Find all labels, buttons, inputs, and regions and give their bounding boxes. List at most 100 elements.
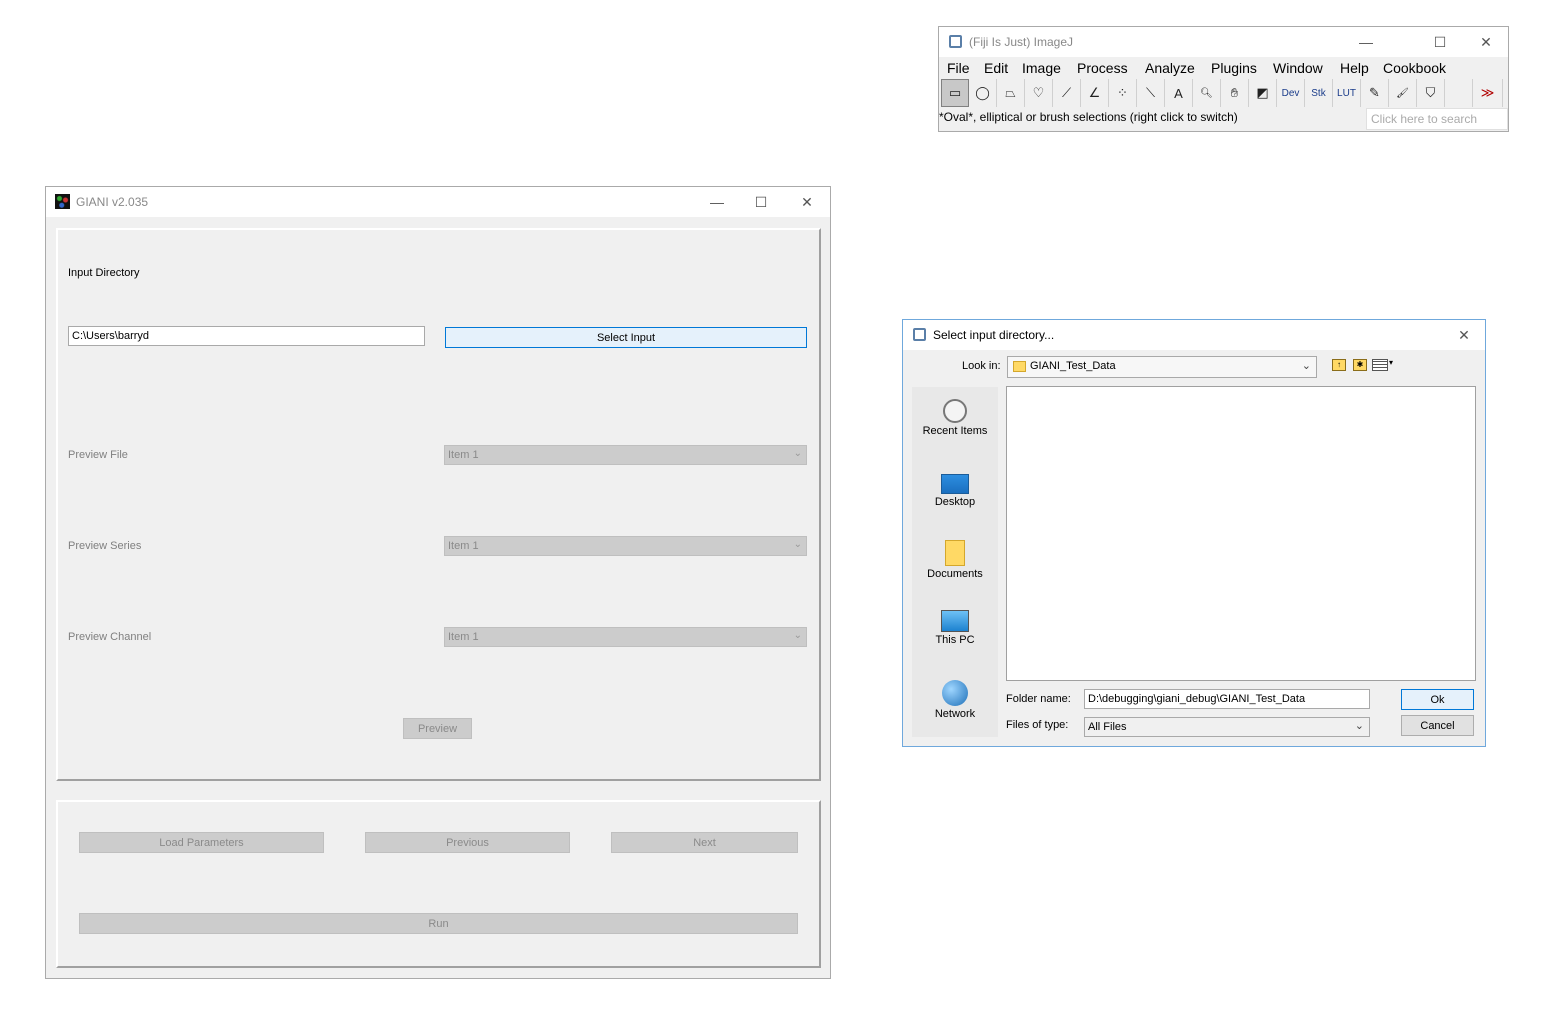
network-label: Network bbox=[934, 708, 976, 720]
chevron-down-icon: ⌄ bbox=[793, 630, 802, 641]
maximize-icon[interactable]: ☐ bbox=[738, 187, 784, 217]
desktop-icon bbox=[941, 474, 969, 494]
documents-label: Documents bbox=[927, 568, 983, 580]
minimize-icon[interactable]: — bbox=[1343, 27, 1389, 57]
dialog-title: Select input directory... bbox=[933, 328, 1055, 342]
folder-icon bbox=[1013, 361, 1026, 372]
run-button[interactable]: Run bbox=[79, 913, 798, 934]
oval-tool-icon[interactable]: ◯ bbox=[969, 79, 997, 107]
lut-tool-icon[interactable]: LUT bbox=[1333, 79, 1361, 107]
this-pc-label: This PC bbox=[935, 634, 975, 646]
menu-file[interactable]: File bbox=[947, 60, 970, 76]
brush-tool-icon[interactable]: 🖌︎ bbox=[1389, 79, 1417, 107]
menu-image[interactable]: Image bbox=[1022, 60, 1061, 76]
multipoint-tool-icon[interactable]: ⁘ bbox=[1109, 79, 1137, 107]
next-button[interactable]: Next bbox=[611, 832, 798, 853]
rectangle-tool-icon[interactable]: ▭ bbox=[941, 79, 969, 107]
close-icon[interactable]: ✕ bbox=[1463, 27, 1509, 57]
imagej-toolbar: ▭ ◯ ⏢ ♡ ⟋ ∠ ⁘ ⟍ A 🔍︎ ✋︎ ◩ Dev Stk LUT ✎ 🖌︎ ⛉ ≫ bbox=[941, 79, 1503, 107]
menu-help[interactable]: Help bbox=[1340, 60, 1369, 76]
up-folder-icon[interactable]: ↑ bbox=[1332, 359, 1346, 371]
preview-file-select[interactable]: Item 1 ⌄ bbox=[444, 445, 807, 465]
imagej-window: (Fiji Is Just) ImageJ — ☐ ✕ File Edit Imag… bbox=[938, 26, 1509, 132]
preview-series-value: Item 1 bbox=[448, 540, 479, 552]
imagej-window-title: (Fiji Is Just) ImageJ bbox=[969, 35, 1074, 49]
preview-button[interactable]: Preview bbox=[403, 718, 472, 739]
angle-tool-icon[interactable]: ∠ bbox=[1081, 79, 1109, 107]
select-directory-dialog: Select input directory... ✕ Look in: GIA… bbox=[902, 319, 1486, 747]
imagej-search-input[interactable]: Click here to search bbox=[1366, 108, 1508, 130]
menu-analyze[interactable]: Analyze bbox=[1145, 60, 1195, 76]
preview-file-value: Item 1 bbox=[448, 449, 479, 461]
documents-shortcut[interactable]: Documents bbox=[912, 540, 998, 580]
preview-file-label: Preview File bbox=[68, 449, 128, 461]
desktop-shortcut[interactable]: Desktop bbox=[912, 474, 998, 508]
preview-series-select[interactable]: Item 1 ⌄ bbox=[444, 536, 807, 556]
shortcut-sidebar: Recent Items Desktop Documents This PC N… bbox=[912, 387, 998, 737]
imagej-status-text: *Oval*, elliptical or brush selections (… bbox=[939, 110, 1238, 124]
this-pc-icon bbox=[941, 610, 969, 632]
minimize-icon[interactable]: — bbox=[694, 187, 740, 217]
file-list-pane[interactable] bbox=[1006, 386, 1476, 681]
preview-series-label: Preview Series bbox=[68, 540, 142, 552]
preview-channel-select[interactable]: Item 1 ⌄ bbox=[444, 627, 807, 647]
chevron-down-icon: ⌄ bbox=[1301, 360, 1311, 372]
chevron-down-icon: ⌄ bbox=[793, 448, 802, 459]
imagej-titlebar[interactable]: (Fiji Is Just) ImageJ — ☐ ✕ bbox=[939, 27, 1508, 57]
folder-name-field[interactable]: D:\debugging\giani_debug\GIANI_Test_Data bbox=[1084, 689, 1370, 709]
imagej-menubar: File Edit Image Process Analyze Plugins Window… bbox=[939, 57, 1508, 79]
view-menu-chevron-icon[interactable]: ▾ bbox=[1389, 358, 1393, 367]
freehand-tool-icon[interactable]: ♡ bbox=[1025, 79, 1053, 107]
recent-items-icon bbox=[943, 399, 967, 423]
previous-button[interactable]: Previous bbox=[365, 832, 570, 853]
giani-navigation-panel bbox=[56, 800, 821, 968]
look-in-label: Look in: bbox=[962, 360, 1001, 372]
close-icon[interactable]: ✕ bbox=[1441, 320, 1487, 350]
magnifier-tool-icon[interactable]: 🔍︎ bbox=[1193, 79, 1221, 107]
giani-window-title: GIANI v2.035 bbox=[76, 195, 149, 209]
hand-tool-icon[interactable]: ✋︎ bbox=[1221, 79, 1249, 107]
flood-fill-tool-icon[interactable]: ⛉ bbox=[1417, 79, 1445, 107]
look-in-select[interactable]: GIANI_Test_Data ⌄ bbox=[1007, 356, 1317, 378]
line-tool-icon[interactable]: ⟋ bbox=[1053, 79, 1081, 107]
files-of-type-value: All Files bbox=[1088, 721, 1127, 733]
menu-plugins[interactable]: Plugins bbox=[1211, 60, 1257, 76]
menu-window[interactable]: Window bbox=[1273, 60, 1323, 76]
menu-cookbook[interactable]: Cookbook bbox=[1383, 60, 1446, 76]
select-input-button[interactable]: Select Input bbox=[445, 327, 807, 348]
giani-titlebar[interactable]: GIANI v2.035 — ☐ ✕ bbox=[46, 187, 830, 217]
color-picker-tool-icon[interactable]: ◩ bbox=[1249, 79, 1277, 107]
polygon-tool-icon[interactable]: ⏢ bbox=[997, 79, 1025, 107]
documents-icon bbox=[945, 540, 965, 566]
imagej-logo-icon bbox=[949, 35, 962, 48]
view-menu-icon[interactable] bbox=[1372, 359, 1388, 371]
files-of-type-select[interactable]: All Files ⌄ bbox=[1084, 717, 1370, 737]
pencil-tool-icon[interactable]: ✎ bbox=[1361, 79, 1389, 107]
recent-items-shortcut[interactable]: Recent Items bbox=[912, 399, 998, 437]
preview-channel-value: Item 1 bbox=[448, 631, 479, 643]
dialog-titlebar[interactable]: Select input directory... ✕ bbox=[903, 320, 1485, 350]
empty-tool-slot[interactable] bbox=[1445, 79, 1473, 107]
maximize-icon[interactable]: ☐ bbox=[1417, 27, 1463, 57]
giani-settings-panel bbox=[56, 228, 821, 781]
input-directory-field[interactable]: C:\Users\barryd bbox=[68, 326, 425, 346]
recent-items-label: Recent Items bbox=[922, 425, 988, 437]
load-parameters-button[interactable]: Load Parameters bbox=[79, 832, 324, 853]
cancel-button[interactable]: Cancel bbox=[1401, 715, 1474, 736]
dev-tool-icon[interactable]: Dev bbox=[1277, 79, 1305, 107]
more-tools-icon[interactable]: ≫ bbox=[1473, 79, 1503, 107]
new-folder-icon[interactable]: ✱ bbox=[1353, 359, 1367, 371]
stk-tool-icon[interactable]: Stk bbox=[1305, 79, 1333, 107]
this-pc-shortcut[interactable]: This PC bbox=[912, 610, 998, 646]
wand-tool-icon[interactable]: ⟍ bbox=[1137, 79, 1165, 107]
network-shortcut[interactable]: Network bbox=[912, 680, 998, 720]
menu-process[interactable]: Process bbox=[1077, 60, 1128, 76]
text-tool-icon[interactable]: A bbox=[1165, 79, 1193, 107]
chevron-down-icon: ⌄ bbox=[1354, 720, 1364, 732]
ok-button[interactable]: Ok bbox=[1401, 689, 1474, 710]
input-directory-label: Input Directory bbox=[68, 267, 140, 279]
files-of-type-label: Files of type: bbox=[1006, 719, 1069, 731]
menu-edit[interactable]: Edit bbox=[984, 60, 1008, 76]
look-in-value: GIANI_Test_Data bbox=[1030, 360, 1116, 372]
close-icon[interactable]: ✕ bbox=[784, 187, 830, 217]
